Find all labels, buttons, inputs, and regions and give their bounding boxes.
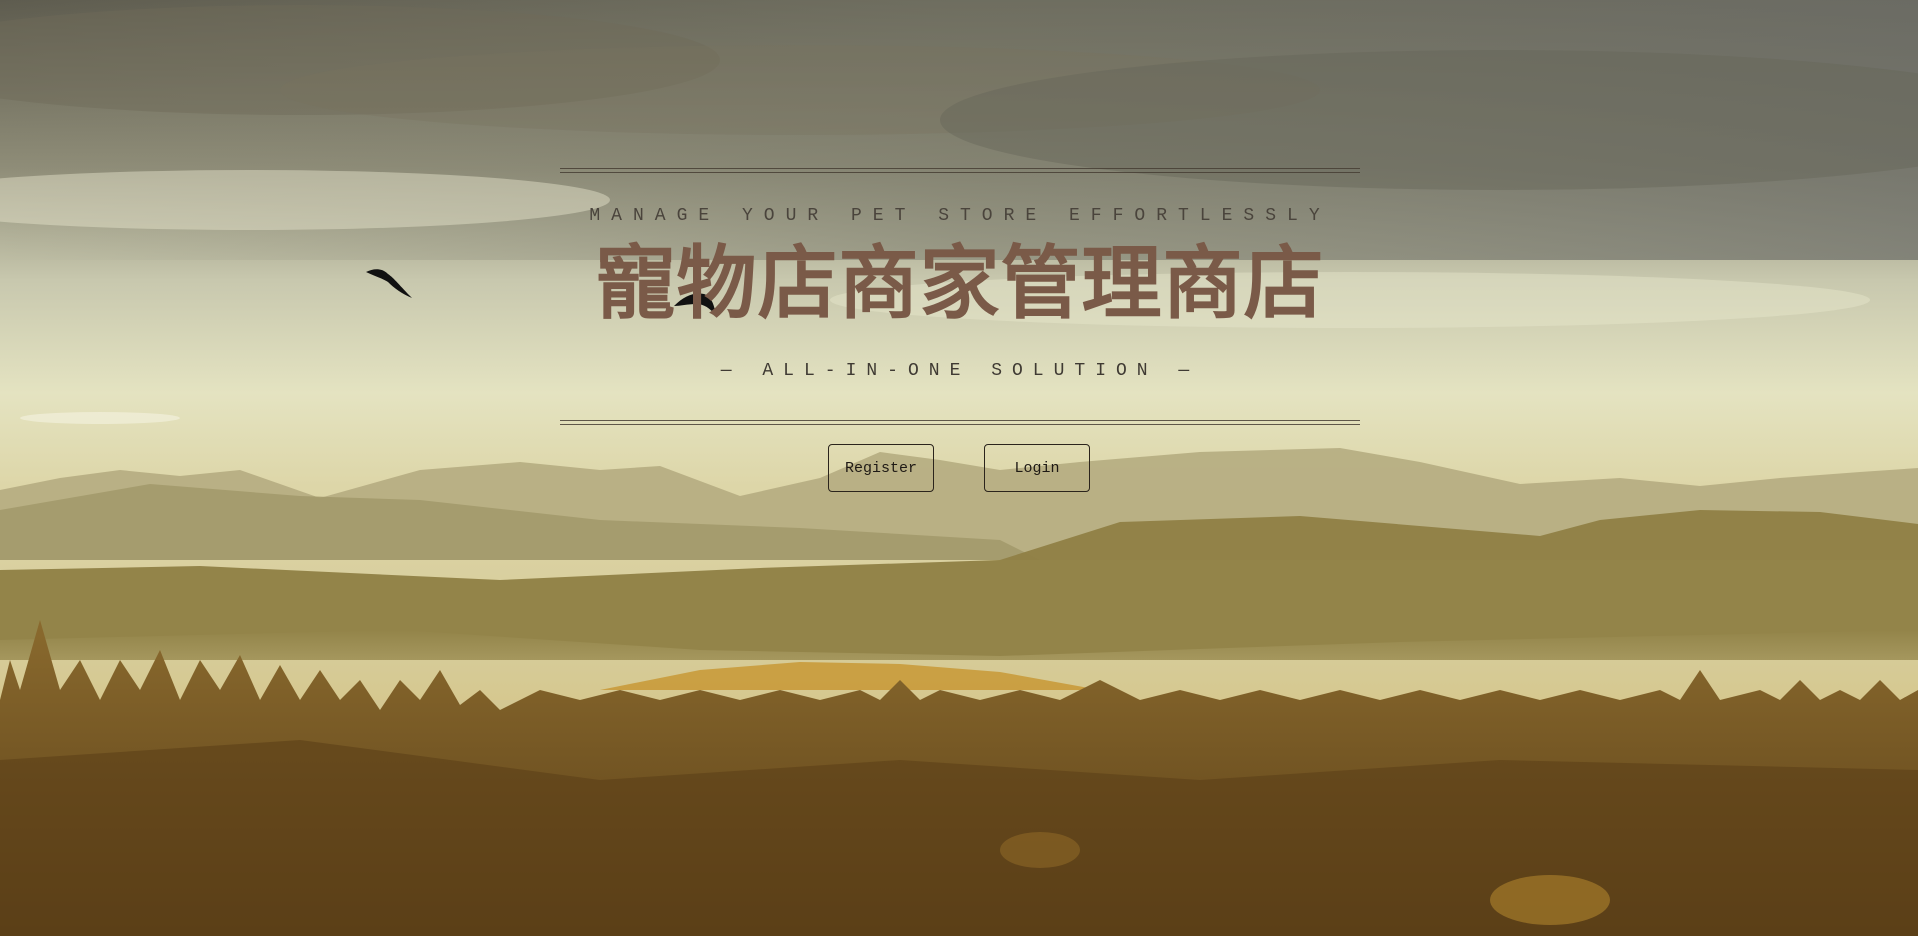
auth-actions: Register Login bbox=[560, 444, 1360, 494]
bird-icon bbox=[366, 269, 412, 298]
hero-tagline: MANAGE YOUR PET STORE EFFORTLESSLY bbox=[589, 206, 1331, 226]
hero-subtitle: — ALL-IN-ONE SOLUTION — bbox=[720, 361, 1200, 381]
hero-section: MANAGE YOUR PET STORE EFFORTLESSLY 寵物店商家… bbox=[560, 168, 1360, 498]
login-button[interactable]: Login bbox=[984, 444, 1090, 492]
hero-title: 寵物店商家管理商店 bbox=[595, 237, 1325, 330]
landing-page: MANAGE YOUR PET STORE EFFORTLESSLY 寵物店商家… bbox=[0, 0, 1918, 936]
bottom-divider bbox=[560, 420, 1360, 425]
register-button[interactable]: Register bbox=[828, 444, 934, 492]
top-divider bbox=[560, 168, 1360, 173]
